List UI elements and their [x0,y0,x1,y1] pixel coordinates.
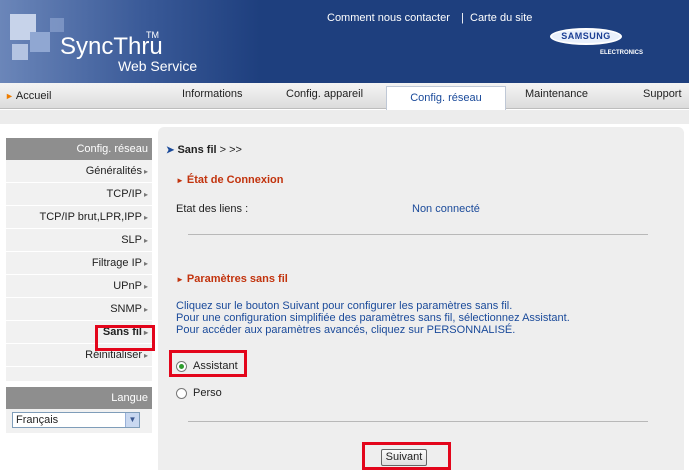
sidebar-item-raw-tcpip-lpr-ipp[interactable]: TCP/IP brut,LPR,IPP ▸ [6,206,152,229]
sidebar-item-label: UPnP [113,280,142,292]
wireless-settings-title: ► Paramètres sans fil [176,273,288,285]
sidebar-spacer [6,367,152,381]
language-heading: Langue [6,387,152,409]
section-title-text: Paramètres sans fil [186,273,288,285]
contact-link[interactable]: Comment nous contacter [327,12,450,24]
section-title-text: État de Connexion [186,174,284,186]
instruction-text: Pour une configuration simplifiée des pa… [176,312,570,324]
sidebar-heading: Config. réseau [6,138,152,160]
content-panel: ➤ Sans fil > >> ► État de Connexion Etat … [158,127,684,470]
sidebar-item-label: SNMP [110,303,142,315]
brand-name: SAMSUNG [561,31,611,41]
link-status-value: Non connecté [412,203,480,215]
sidebar-item-upnp[interactable]: UPnP ▸ [6,275,152,298]
chevron-right-icon: ▸ [143,213,148,222]
tab-device-settings[interactable]: Config. appareil [286,88,363,100]
radio-button-unchecked[interactable] [176,387,187,399]
language-select-value: Français [16,414,59,426]
sidebar-item-slp[interactable]: SLP ▸ [6,229,152,252]
chevron-right-icon: ▸ [143,282,148,291]
subnav-bar [0,110,689,124]
sidebar-item-label: TCP/IP brut,LPR,IPP [39,211,142,223]
sidebar-item-ip-filtering[interactable]: Filtrage IP ▸ [6,252,152,275]
sitemap-link[interactable]: Carte du site [470,12,532,24]
chevron-right-icon: ▸ [143,259,148,268]
language-panel: Français ▼ [6,409,152,433]
breadcrumb-rest: > >> [216,144,242,156]
link-separator: | [461,12,464,24]
chevron-right-icon: ▸ [143,190,148,199]
breadcrumb: ➤ Sans fil > >> [166,144,242,156]
radio-option-custom[interactable]: Perso [176,387,222,399]
chevron-right-icon: ▸ [143,351,148,360]
connection-status-title: ► État de Connexion [176,174,283,186]
instruction-text: Cliquez sur le bouton Suivant pour confi… [176,300,513,312]
chevron-right-icon: ▸ [143,305,148,314]
sidebar-item-tcpip[interactable]: TCP/IP ▸ [6,183,152,206]
trademark-mark: TM [146,30,159,40]
arrow-right-icon: ➤ [166,145,175,156]
highlight-box-next [362,442,451,470]
radio-label: Perso [193,387,222,400]
product-logo-subtitle: Web Service [118,58,198,74]
sidebar-item-label: Généralités [85,165,142,177]
logo-square-decoration [12,44,28,60]
chevron-right-icon: ▸ [143,167,148,176]
highlight-box-assistant [169,350,247,377]
link-status-label: Etat des liens : [176,203,249,215]
main-navigation: ► Accueil Informations Config. appareil C… [0,83,689,110]
sidebar-item-snmp[interactable]: SNMP ▸ [6,298,152,321]
sidebar: Config. réseau Généralités ▸ TCP/IP ▸ TCP/… [6,138,152,433]
home-label: Accueil [15,90,52,102]
language-select[interactable]: Français ▼ [12,412,140,428]
arrow-right-icon: ► [176,176,184,185]
instruction-text: Pour accéder aux paramètres avancés, cli… [176,324,516,336]
tab-maintenance[interactable]: Maintenance [525,88,588,100]
sidebar-item-general[interactable]: Généralités ▸ [6,160,152,183]
arrow-right-icon: ► [5,91,14,101]
sidebar-item-label: TCP/IP [106,188,142,200]
logo-square-decoration [30,32,50,52]
logo-square-decoration [50,18,64,32]
chevron-right-icon: ▸ [143,236,148,245]
sidebar-item-label: SLP [121,234,142,246]
tab-network-settings[interactable]: Config. réseau [386,86,506,110]
chevron-down-icon[interactable]: ▼ [125,413,139,427]
sidebar-item-label: Filtrage IP [91,257,142,269]
samsung-logo: SAMSUNG [550,28,622,45]
header-banner: SyncThru TM Web Service Comment nous con… [0,0,689,83]
divider [188,234,648,235]
brand-subtitle: ELECTRONICS [600,50,644,56]
tab-informations[interactable]: Informations [182,88,243,100]
arrow-right-icon: ► [176,275,184,284]
home-link[interactable]: ► Accueil [5,90,51,102]
divider [188,421,648,422]
tab-support[interactable]: Support [643,88,682,100]
breadcrumb-current: Sans fil [177,144,217,156]
highlight-box-wireless [95,325,155,351]
